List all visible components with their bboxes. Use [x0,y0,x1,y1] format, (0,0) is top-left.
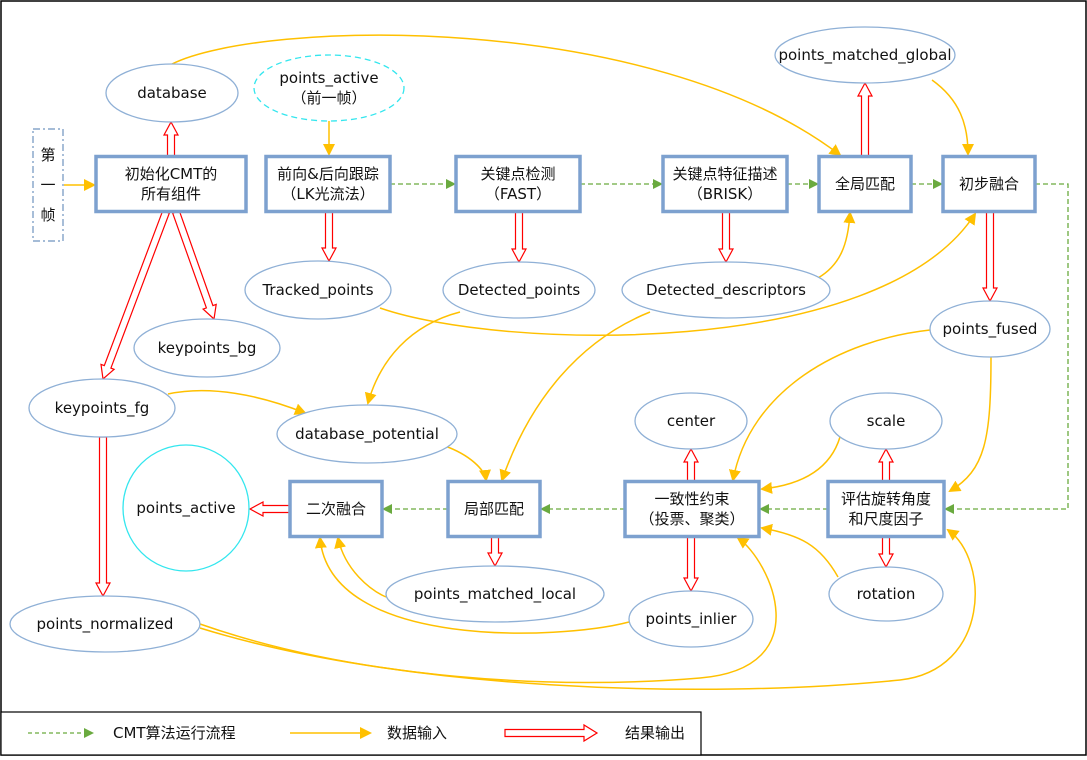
node-label: points_fused [943,320,1038,339]
node-center: center [634,392,748,450]
node-label: 前向&后向跟踪 [277,165,379,183]
node-database-potential: database_potential [276,404,458,464]
node-label: points_matched_local [414,585,576,604]
node-second-fuse: 二次融合 [288,479,384,539]
node-scale: scale [829,392,943,450]
node-label: 局部匹配 [464,500,524,518]
node-label: （LK光流法） [281,185,374,203]
node-label: 第 [40,146,55,164]
node-label: （前一帧） [291,89,366,107]
node-label: 评估旋转角度 [841,490,931,508]
node-label: 帧 [40,206,55,224]
node-label: 一 [40,176,55,194]
node-consensus: 一致性约束 （投票、聚类） [623,479,761,539]
node-first-frame: 第一帧 [32,128,64,242]
node-label: Tracked_points [261,281,373,300]
node-label: （投票、聚类） [639,510,744,528]
node-label: scale [867,412,906,430]
node-points-normalized: points_normalized [9,595,201,653]
node-label: rotation [857,585,916,603]
node-track: 前向&后向跟踪 （LK光流法） [264,154,392,214]
node-label: points_inlier [646,610,738,629]
node-label: 所有组件 [141,185,201,203]
node-detected-points: Detected_points [442,261,596,319]
node-describe: 关键点特征描述 （BRISK） [661,154,789,214]
node-keypoints-bg: keypoints_bg [133,318,281,378]
node-init: 初始化CMT的所有组件 [94,154,248,214]
node-points-matched-local: points_matched_local [385,565,605,623]
node-label: points_normalized [37,615,174,634]
node-detect: 关键点检测 （FAST） [454,154,582,214]
data-ellipse [253,54,405,122]
node-label: 初始化CMT的 [125,165,218,183]
node-label: 和尺度因子 [848,510,923,528]
node-label: 关键点检测 [480,165,555,183]
node-label: keypoints_bg [158,339,257,358]
node-label: （FAST） [485,185,551,203]
node-label: Detected_descriptors [646,281,806,300]
legend-output-label: 结果输出 [625,724,685,742]
node-label: database_potential [295,425,439,444]
legend-data-label: 数据输入 [387,724,447,742]
node-global-match: 全局匹配 [817,154,913,214]
node-points-active: points_active [122,444,250,572]
node-label: 一致性约束 [654,490,729,508]
node-label: 全局匹配 [835,175,895,193]
node-label: 关键点特征描述 [672,165,777,183]
node-points-active-prev: points_active（前一帧） [253,54,405,122]
node-points-matched-global: points_matched_global [774,26,956,84]
node-keypoints-fg: keypoints_fg [28,378,176,438]
node-label: 二次融合 [306,500,366,518]
node-label: points_matched_global [778,46,951,65]
node-label: keypoints_fg [55,399,150,418]
legend-flow-label: CMT算法运行流程 [113,724,236,742]
node-points-fused: points_fused [929,300,1051,358]
node-label: center [667,412,716,430]
diagram-canvas: 第一帧初始化CMT的 所有组件 前向&后向跟踪 （LK光流法） 关键点检测 （FAST）关… [0,0,1087,756]
node-tracked-points: Tracked_points [244,260,392,320]
node-estimate: 评估旋转角度和尺度因子 [826,479,946,539]
node-label: 初步融合 [959,175,1019,193]
node-label: Detected_points [458,281,581,300]
node-database: database [105,63,239,123]
node-label: database [137,84,207,102]
node-prelim-fuse: 初步融合 [941,154,1037,214]
node-points-inlier: points_inlier [628,590,754,648]
node-label: （BRISK） [688,185,763,203]
node-local-match: 局部匹配 [446,479,542,539]
node-label: points_active [136,499,235,518]
cmt-flow-diagram: 第一帧初始化CMT的所有组件前向&后向跟踪（LK光流法）关键点检测（FAST）关… [0,0,1087,756]
node-label: points_active [279,69,378,88]
node-rotation: rotation [828,566,944,622]
legend: CMT算法运行流程 数据输入 结果输出 [0,711,702,756]
node-detected-descriptors: Detected_descriptors [621,261,831,319]
